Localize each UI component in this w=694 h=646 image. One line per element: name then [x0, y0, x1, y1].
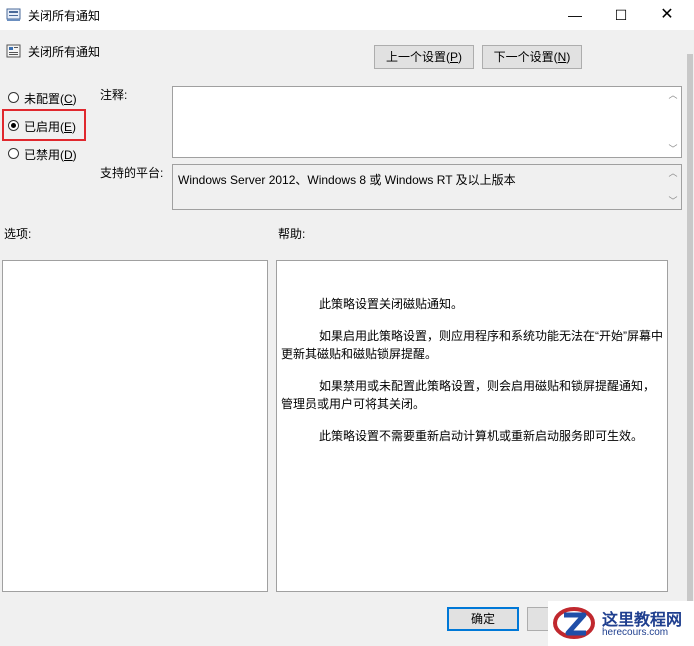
scrollbar-track[interactable]	[687, 54, 693, 614]
help-paragraph: 此策略设置不需要重新启动计算机或重新启动服务即可生效。	[319, 429, 644, 443]
watermark: 这里教程网 herecours.com	[548, 601, 694, 646]
platform-field: Windows Server 2012、Windows 8 或 Windows …	[172, 164, 682, 210]
policy-icon	[6, 8, 21, 21]
help-label: 帮助:	[278, 227, 306, 241]
platform-label: 支持的平台:	[100, 166, 164, 180]
radio-disabled[interactable]: 已禁用(D)	[8, 146, 88, 162]
help-paragraph: 如果禁用或未配置此策略设置，则会启用磁贴和锁屏提醒通知，管理员或用户可将其关闭。	[281, 379, 656, 411]
maximize-button[interactable]: ☐	[598, 0, 644, 30]
radio-not-configured[interactable]: 未配置(C)	[8, 90, 88, 106]
window-title: 关闭所有通知	[28, 9, 101, 23]
title-bar: 关闭所有通知 — ☐ ✕	[0, 0, 694, 30]
radio-circle	[8, 120, 19, 131]
options-pane	[2, 260, 268, 592]
platform-value: Windows Server 2012、Windows 8 或 Windows …	[178, 173, 516, 187]
comment-label: 注释:	[100, 88, 128, 102]
help-text: 此策略设置关闭磁贴通知。 如果启用此策略设置，则应用程序和系统功能无法在“开始”…	[281, 295, 663, 459]
comment-textarea[interactable]: ︿ ﹀	[172, 86, 682, 158]
policy-name: 关闭所有通知	[28, 45, 101, 59]
next-setting-button[interactable]: 下一个设置(N)	[482, 45, 582, 69]
radio-selected-dot	[11, 123, 16, 128]
close-button[interactable]: ✕	[644, 0, 690, 30]
help-paragraph: 如果启用此策略设置，则应用程序和系统功能无法在“开始”屏幕中更新其磁贴和磁贴锁屏…	[281, 329, 663, 361]
minimize-button[interactable]: —	[552, 0, 598, 30]
help-paragraph: 此策略设置关闭磁贴通知。	[319, 297, 464, 311]
radio-circle	[8, 92, 19, 103]
policy-setting-icon	[6, 44, 21, 58]
watermark-url: herecours.com	[602, 627, 669, 638]
options-label: 选项:	[4, 227, 32, 241]
ok-button[interactable]: 确定	[447, 607, 519, 631]
radio-circle	[8, 148, 19, 159]
outer-scrollbar[interactable]	[676, 44, 694, 644]
watermark-logo-icon	[553, 607, 595, 639]
radio-enabled[interactable]: 已启用(E)	[8, 118, 80, 134]
previous-setting-button[interactable]: 上一个设置(P)	[374, 45, 474, 69]
help-pane: 此策略设置关闭磁贴通知。 如果启用此策略设置，则应用程序和系统功能无法在“开始”…	[276, 260, 668, 592]
